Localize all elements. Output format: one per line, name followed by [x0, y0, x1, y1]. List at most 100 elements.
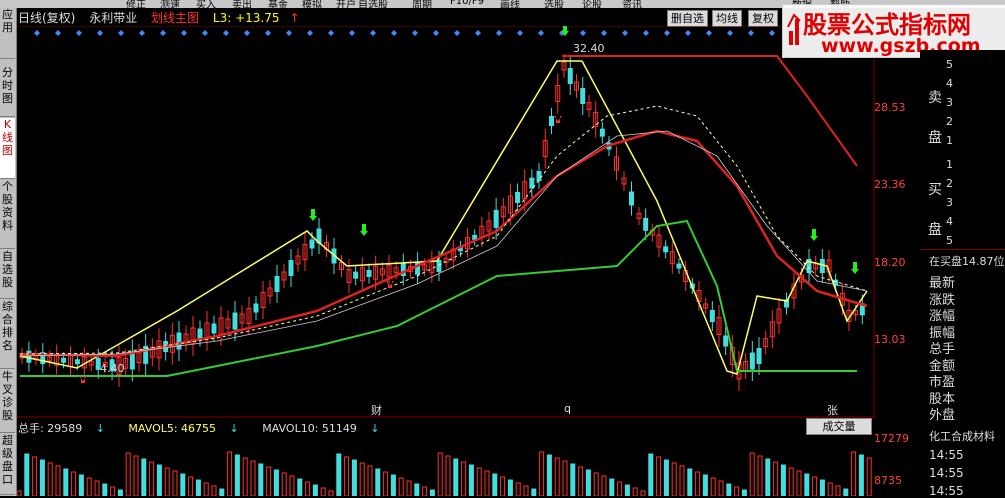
sell-arrow-icon: [79, 376, 87, 383]
mavol10-value: MAVOL10: 51149: [262, 422, 357, 435]
candle-body: [643, 217, 649, 231]
volume-bar: [258, 463, 264, 496]
up-arrow-icon: ↑: [289, 11, 300, 25]
volume-bar: [125, 452, 131, 496]
volume-bar: [445, 455, 451, 496]
buy-orderbook-label: 买盘: [928, 182, 942, 238]
volume-bar: [656, 456, 662, 496]
candle-body: [723, 335, 729, 347]
volume-bar: [562, 460, 568, 496]
candle-body: [629, 191, 634, 206]
menu-item[interactable]: F10/F9: [450, 0, 484, 7]
period-label[interactable]: 日线(复权): [18, 11, 75, 25]
volume-bar: [515, 482, 521, 496]
candle-body: [176, 332, 182, 350]
menu-item[interactable]: 卖出: [232, 0, 252, 8]
signal-diamond-icon: [55, 30, 61, 36]
volume-bar: [500, 476, 506, 496]
signal-diamond-icon: [34, 30, 40, 36]
quote-panel: 卖盘 5 4 3 2 1 买盘 1 2 3 4 5 在买盘14.87位 最新 涨跌 涨幅 振幅 总手 金额 市盈 股本外…: [920, 50, 1005, 498]
volume-bar: [180, 473, 186, 496]
menu-item[interactable]: 测速: [160, 0, 180, 8]
menu-item[interactable]: 资讯: [622, 0, 642, 8]
volume-bar: [234, 454, 240, 496]
volume-bar: [593, 472, 599, 496]
volume-bar: [156, 464, 162, 496]
menu-item[interactable]: 买入: [196, 0, 216, 8]
signal-diamond-icon: [412, 30, 418, 36]
volume-bar: [289, 475, 295, 496]
volume-bar: [757, 455, 763, 496]
moving-average-button[interactable]: 均线: [712, 10, 742, 27]
candle-body: [353, 271, 359, 279]
volume-indicator-tab[interactable]: 成交量: [806, 418, 872, 435]
signal-diamond-icon: [391, 30, 397, 36]
buy-level: 2: [946, 177, 953, 190]
volume-bar: [164, 467, 170, 496]
indicator-name[interactable]: 划线主图: [151, 11, 199, 25]
signal-diamond-icon: [97, 30, 103, 36]
volume-bar: [86, 477, 92, 496]
menu-item[interactable]: 画线: [500, 0, 520, 8]
menu-item[interactable]: 修正: [126, 0, 146, 8]
candle-body: [493, 209, 499, 228]
volume-bar: [858, 454, 864, 496]
tab-ranking[interactable]: 综合排名: [0, 300, 15, 369]
buy-level: 1: [946, 158, 953, 171]
tab-orderbook[interactable]: 超级盘口: [0, 434, 15, 495]
volume-bar: [211, 485, 217, 496]
volume-bar: [523, 485, 529, 496]
menu-item[interactable]: 选股: [544, 0, 564, 8]
tab-kline[interactable]: K线图: [0, 118, 15, 179]
menu-item[interactable]: 模拟: [302, 0, 322, 8]
sell-arrow-icon: [554, 116, 562, 123]
volume-bar: [17, 490, 22, 496]
signal-diamond-icon: [349, 30, 355, 36]
volume-chart: [17, 451, 872, 496]
volume-bar: [617, 481, 623, 496]
menu-item[interactable]: 基金: [268, 0, 288, 8]
signal-diamond-icon: [580, 30, 586, 36]
candle-body: [567, 68, 573, 84]
candle-body: [366, 270, 372, 277]
volume-bar: [539, 451, 545, 496]
menu-item[interactable]: 周期: [412, 0, 432, 8]
volume-bar: [648, 453, 654, 496]
restore-rights-button[interactable]: 复权: [748, 10, 778, 27]
candle-body: [211, 323, 217, 334]
signal-diamond-icon: [622, 30, 628, 36]
volume-bar: [188, 476, 194, 496]
menu-item[interactable]: 开户: [336, 0, 356, 8]
signal-diamond-icon: [748, 30, 754, 36]
signal-diamond-icon: [307, 30, 313, 36]
ma-dotted-line: [19, 105, 868, 355]
volume-bar: [78, 474, 84, 496]
menu-item[interactable]: 论股: [582, 0, 602, 8]
kline-chart[interactable]: [17, 26, 875, 418]
buy-arrow-icon: [309, 209, 317, 221]
candle-body: [580, 88, 586, 104]
tab-app[interactable]: 应用: [0, 8, 15, 59]
volume-bar: [492, 473, 498, 496]
candle-body: [599, 128, 605, 137]
candle-body: [274, 276, 280, 292]
remove-favorite-button[interactable]: 删自选: [667, 10, 708, 27]
buy-arrow-icon: [360, 224, 368, 236]
volume-bar: [227, 451, 233, 496]
tab-diagnosis[interactable]: 牛叉诊股: [0, 370, 15, 433]
tab-profile[interactable]: 个股资料: [0, 180, 15, 249]
candle-body: [549, 116, 554, 126]
buy-level: 3: [946, 196, 953, 209]
candle-body: [309, 239, 315, 249]
signal-diamond-icon: [538, 30, 544, 36]
tab-watchlist[interactable]: 自选股: [0, 250, 15, 299]
volume-bar: [570, 463, 576, 496]
volume-bar: [336, 453, 342, 496]
menu-item[interactable]: 自选股: [358, 0, 388, 8]
down-arrow-icon: ↓: [229, 422, 239, 435]
down-arrow-icon: ↓: [95, 422, 105, 435]
tab-intraday[interactable]: 分时图: [0, 66, 15, 117]
signal-diamond-icon: [328, 30, 334, 36]
signal-diamond-icon: [370, 30, 376, 36]
left-tab-bar: 应用分时图 K线图 个股资料 自选股 综合排名 牛叉诊股 超级盘口: [0, 8, 17, 496]
